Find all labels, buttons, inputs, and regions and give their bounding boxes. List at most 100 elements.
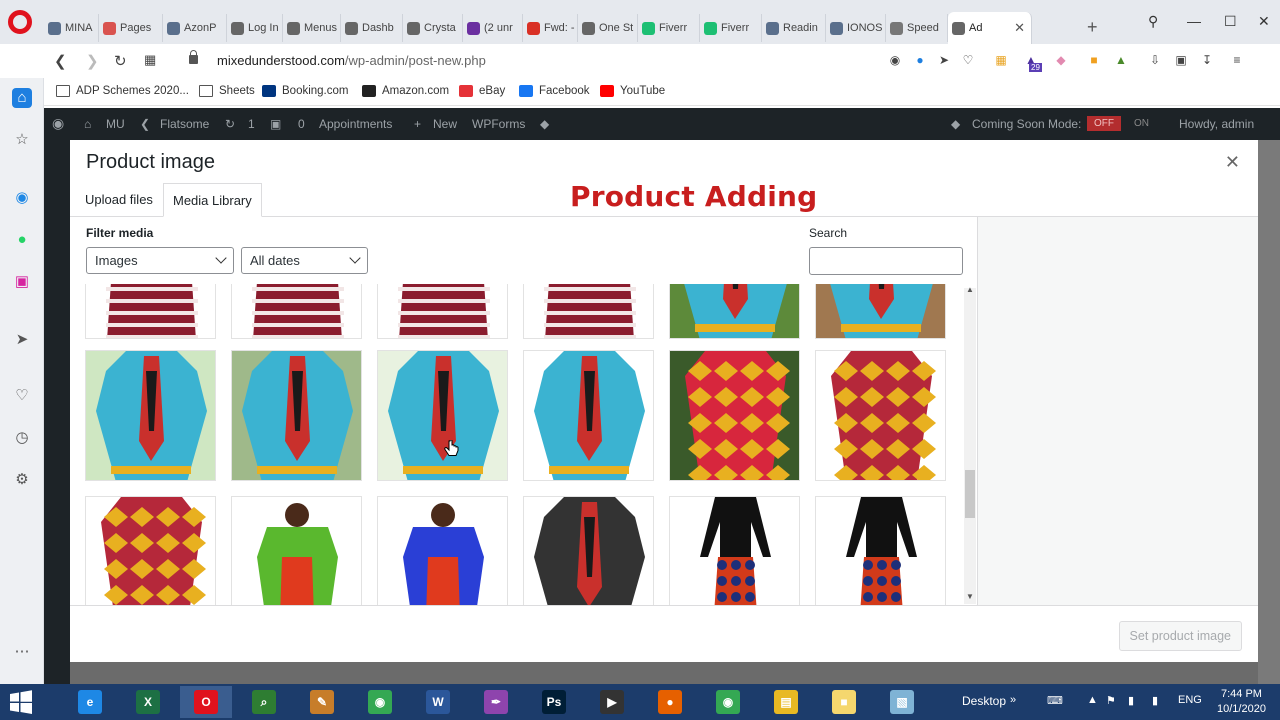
keyboard-icon[interactable]: ⌨ xyxy=(1047,694,1063,707)
media-thumbnail[interactable] xyxy=(231,496,362,605)
browser-tab[interactable]: Speed xyxy=(886,14,948,42)
signal-icon[interactable]: ▮ xyxy=(1152,694,1158,707)
bookmark-star-icon[interactable]: ☆ xyxy=(12,130,32,150)
flag-icon[interactable]: ⚑ xyxy=(1106,694,1116,707)
close-window-button[interactable]: ✕ xyxy=(1258,13,1270,30)
browser-tab[interactable]: One St xyxy=(578,14,638,42)
bookmark-item[interactable]: ADP Schemes 2020... xyxy=(56,85,189,97)
download-box-icon[interactable]: ⇩ xyxy=(1148,53,1162,67)
history-clock-icon[interactable]: ◷ xyxy=(12,428,32,448)
browser-tab[interactable]: IONOS xyxy=(826,14,886,42)
speed-dial-icon[interactable]: ▦ xyxy=(144,52,156,68)
media-thumbnail[interactable] xyxy=(85,284,216,339)
media-thumbnail[interactable] xyxy=(523,496,654,605)
taskbar-app[interactable]: ■ xyxy=(818,686,870,718)
coupon-extension-icon[interactable]: ■ xyxy=(1087,53,1101,67)
browser-tab[interactable]: Fiverr xyxy=(638,14,700,42)
bookmark-item[interactable]: Facebook xyxy=(519,85,590,97)
browser-tab[interactable]: Fwd: - xyxy=(523,14,578,42)
coming-soon-label[interactable]: Coming Soon Mode: xyxy=(972,117,1081,131)
taskbar-app[interactable]: Ps xyxy=(528,686,580,718)
apps-grid-icon[interactable]: ▦ xyxy=(994,53,1008,67)
windows-start-icon[interactable] xyxy=(8,690,34,714)
media-thumbnail[interactable] xyxy=(523,284,654,339)
browser-tab[interactable]: Dashb xyxy=(341,14,403,42)
home-icon[interactable]: ⌂ xyxy=(84,117,91,131)
taskbar-app[interactable]: O xyxy=(180,686,232,718)
bookmark-item[interactable]: Sheets xyxy=(199,85,255,97)
taskbar-app[interactable]: ✎ xyxy=(296,686,348,718)
taskbar-app[interactable]: ▧ xyxy=(876,686,928,718)
clock-time[interactable]: 7:44 PM xyxy=(1221,688,1262,700)
wpforms-link[interactable]: WPForms xyxy=(472,117,525,131)
browser-tab[interactable]: Menus xyxy=(283,14,341,42)
settings-gear-icon[interactable]: ⚙ xyxy=(12,470,32,490)
browser-tab[interactable]: Readin xyxy=(762,14,826,42)
taskbar-app[interactable]: ▶ xyxy=(586,686,638,718)
whatsapp-icon[interactable]: ● xyxy=(12,230,32,250)
theme-link[interactable]: Flatsome xyxy=(160,117,209,131)
taskbar-app[interactable]: ⌕ xyxy=(238,686,290,718)
back-button[interactable]: ❮ xyxy=(54,52,67,70)
tab-media-library[interactable]: Media Library xyxy=(163,183,262,217)
bookmark-item[interactable]: Booking.com xyxy=(262,85,348,97)
media-thumbnail[interactable] xyxy=(377,496,508,605)
media-thumbnail[interactable] xyxy=(669,350,800,481)
search-tabs-icon[interactable]: ⚲ xyxy=(1148,13,1158,30)
taskbar-app[interactable]: X xyxy=(122,686,174,718)
new-tab-button[interactable]: + xyxy=(1087,17,1098,38)
appointments-link[interactable]: Appointments xyxy=(319,117,392,131)
diamond-icon[interactable]: ◆ xyxy=(540,117,549,131)
grid-scrollbar[interactable] xyxy=(964,288,976,604)
home-icon[interactable]: ⌂ xyxy=(12,88,32,108)
media-thumbnail[interactable] xyxy=(85,496,216,605)
date-filter-select[interactable]: All dates xyxy=(241,247,368,274)
download-icon[interactable]: ↧ xyxy=(1200,53,1214,67)
media-thumbnail[interactable] xyxy=(815,350,946,481)
taskbar-app[interactable]: ◉ xyxy=(702,686,754,718)
favorites-heart-icon[interactable]: ♡ xyxy=(12,386,32,406)
media-thumbnail[interactable] xyxy=(377,350,508,481)
howdy-admin-link[interactable]: Howdy, admin xyxy=(1179,117,1254,131)
opera-logo-icon[interactable] xyxy=(8,10,32,34)
site-name-link[interactable]: MU xyxy=(106,117,125,131)
search-input[interactable] xyxy=(809,247,963,275)
bookmark-item[interactable]: eBay xyxy=(459,85,505,97)
forward-button[interactable]: ❯ xyxy=(86,52,99,70)
media-thumbnail[interactable] xyxy=(815,496,946,605)
updates-count[interactable]: 1 xyxy=(248,117,255,131)
wordpress-logo-icon[interactable]: ◉ xyxy=(52,115,64,132)
heart-icon[interactable]: ♡ xyxy=(961,53,975,67)
taskbar-app[interactable]: ◉ xyxy=(354,686,406,718)
bookmark-item[interactable]: Amazon.com xyxy=(362,85,449,97)
vpn-shield-icon[interactable]: ● xyxy=(913,53,927,67)
tab-upload-files[interactable]: Upload files xyxy=(76,183,162,217)
clock-date[interactable]: 10/1/2020 xyxy=(1217,703,1266,715)
media-thumbnail[interactable] xyxy=(231,350,362,481)
taskbar-app[interactable]: ▤ xyxy=(760,686,812,718)
extension-icon[interactable]: ◆ xyxy=(1054,53,1068,67)
media-thumbnail[interactable] xyxy=(815,284,946,339)
taskbar-app[interactable]: ✒ xyxy=(470,686,522,718)
media-thumbnail[interactable] xyxy=(377,284,508,339)
more-dots-icon[interactable]: ⋯ xyxy=(12,642,32,662)
reload-button[interactable]: ↻ xyxy=(114,52,127,70)
messenger-icon[interactable]: ◉ xyxy=(12,188,32,208)
media-thumbnail[interactable] xyxy=(523,350,654,481)
flow-send-icon[interactable]: ➤ xyxy=(12,330,32,350)
media-thumbnail[interactable] xyxy=(669,284,800,339)
minimize-button[interactable]: — xyxy=(1187,13,1201,29)
browser-tab[interactable]: AzonP xyxy=(163,14,227,42)
media-thumbnail[interactable] xyxy=(669,496,800,605)
scrollbar-thumb[interactable] xyxy=(965,470,975,518)
easy-setup-icon[interactable]: ≡ xyxy=(1230,53,1244,67)
media-type-select[interactable]: Images xyxy=(86,247,234,274)
browser-tab[interactable]: Pages xyxy=(99,14,163,42)
language-indicator[interactable]: ENG xyxy=(1178,694,1202,706)
taskbar-app[interactable]: W xyxy=(412,686,464,718)
media-thumbnail[interactable] xyxy=(231,284,362,339)
close-tab-icon[interactable]: ✕ xyxy=(1014,20,1025,36)
set-product-image-button[interactable]: Set product image xyxy=(1118,621,1242,651)
bookmark-item[interactable]: YouTube xyxy=(600,85,665,97)
browser-tab[interactable]: Log In xyxy=(227,14,283,42)
